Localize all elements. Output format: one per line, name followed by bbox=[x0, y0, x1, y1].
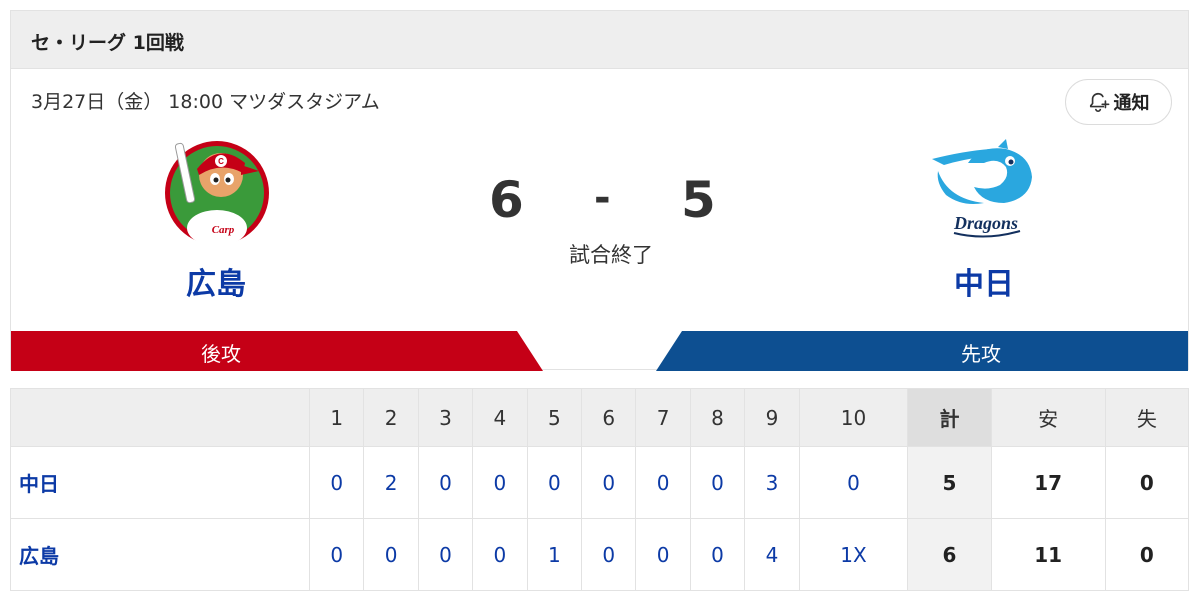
inning-score: 0 bbox=[526, 446, 583, 519]
side-bars: 後攻 先攻 bbox=[11, 331, 1188, 371]
inning-score: 4 bbox=[744, 518, 800, 591]
carp-logo-text: Carp bbox=[212, 224, 235, 236]
notify-button[interactable]: 通知 bbox=[1065, 79, 1172, 125]
table-row: 中日 0 2 0 0 0 0 0 0 3 0 5 17 0 bbox=[10, 446, 1190, 519]
away-score: 5 bbox=[681, 171, 716, 229]
inning-score: 0 bbox=[581, 518, 637, 591]
game-info: 3月27日（金） 18:00 マツダスタジアム bbox=[31, 91, 380, 113]
inning-score: 0 bbox=[581, 446, 637, 519]
errors-count: 0 bbox=[1104, 518, 1190, 591]
inning-score: 1X bbox=[798, 518, 909, 591]
home-team-name[interactable]: 広島 bbox=[136, 259, 296, 303]
inning-score: 0 bbox=[308, 446, 365, 519]
inning-score: 1 bbox=[526, 518, 583, 591]
inning-score: 0 bbox=[472, 518, 528, 591]
hits-header: 安 bbox=[990, 388, 1106, 447]
hits-count: 17 bbox=[990, 446, 1106, 519]
carp-logo: C Carp bbox=[165, 141, 269, 246]
scoreboard-table: 1 2 3 4 5 6 7 8 9 10 計 安 失 中日 0 2 0 0 0 … bbox=[10, 388, 1190, 591]
inning-header: 6 bbox=[581, 388, 637, 447]
inning-header: 9 bbox=[744, 388, 800, 447]
away-side-label: 先攻 bbox=[961, 342, 1001, 366]
inning-header: 3 bbox=[417, 388, 474, 447]
inning-score: 0 bbox=[308, 518, 365, 591]
game-card: セ・リーグ 1回戦 3月27日（金） 18:00 マツダスタジアム 通知 C C… bbox=[10, 10, 1189, 371]
inning-header: 7 bbox=[635, 388, 691, 447]
home-score: 6 bbox=[489, 171, 524, 229]
game-status: 試合終了 bbox=[569, 243, 653, 267]
score-separator: - bbox=[594, 175, 611, 221]
hits-count: 11 bbox=[990, 518, 1106, 591]
header-corner bbox=[10, 388, 310, 447]
inning-score: 0 bbox=[635, 446, 691, 519]
inning-score: 2 bbox=[363, 446, 419, 519]
inning-score: 0 bbox=[798, 446, 909, 519]
inning-score: 0 bbox=[689, 518, 746, 591]
home-side-label: 後攻 bbox=[201, 342, 241, 366]
row-team-name[interactable]: 中日 bbox=[10, 446, 310, 519]
total-score: 6 bbox=[907, 518, 992, 591]
bell-plus-icon bbox=[1089, 92, 1109, 112]
inning-header: 1 bbox=[308, 388, 365, 447]
inning-score: 0 bbox=[363, 518, 419, 591]
inning-header: 8 bbox=[689, 388, 746, 447]
away-team-name[interactable]: 中日 bbox=[904, 259, 1064, 303]
inning-header: 4 bbox=[472, 388, 528, 447]
inning-score: 0 bbox=[472, 446, 528, 519]
notify-label: 通知 bbox=[1113, 93, 1150, 114]
inning-score: 3 bbox=[744, 446, 800, 519]
total-score: 5 bbox=[907, 446, 992, 519]
dragons-logo: Dragons bbox=[932, 139, 1032, 238]
scoreboard-header-row: 1 2 3 4 5 6 7 8 9 10 計 安 失 bbox=[10, 388, 1190, 447]
errors-count: 0 bbox=[1104, 446, 1190, 519]
errors-header: 失 bbox=[1104, 388, 1190, 447]
dragons-logo-text: Dragons bbox=[953, 213, 1018, 233]
inning-score: 0 bbox=[689, 446, 746, 519]
svg-text:C: C bbox=[218, 157, 224, 166]
inning-header: 2 bbox=[363, 388, 419, 447]
inning-header: 10 bbox=[798, 388, 909, 447]
inning-header: 5 bbox=[526, 388, 583, 447]
row-team-name[interactable]: 広島 bbox=[10, 518, 310, 591]
game-title: セ・リーグ 1回戦 bbox=[31, 32, 184, 54]
inning-score: 0 bbox=[635, 518, 691, 591]
table-row: 広島 0 0 0 0 1 0 0 0 4 1X 6 11 0 bbox=[10, 518, 1190, 591]
inning-score: 0 bbox=[417, 518, 474, 591]
game-header: セ・リーグ 1回戦 bbox=[11, 11, 1188, 69]
total-header: 計 bbox=[907, 388, 992, 447]
inning-score: 0 bbox=[417, 446, 474, 519]
